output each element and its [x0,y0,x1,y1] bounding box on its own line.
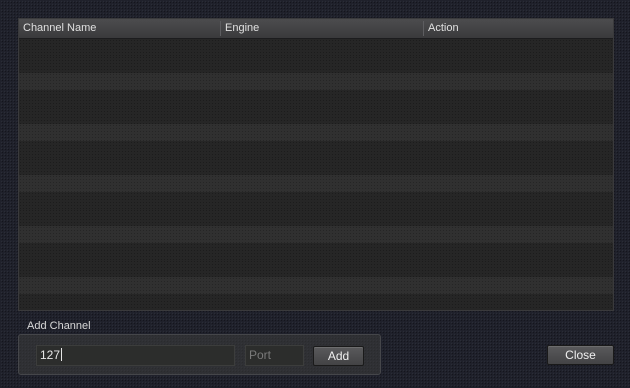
port-input-placeholder: Port [249,348,272,362]
table-row-empty [19,294,613,310]
add-button[interactable]: Add [313,346,364,366]
table-row-empty [19,73,613,90]
table-row-empty [19,39,613,56]
table-row-empty [19,141,613,158]
table-body[interactable] [19,39,613,310]
table-row-empty [19,175,613,192]
table-row-empty [19,107,613,124]
table-row-empty [19,56,613,73]
table-row-empty [19,124,613,141]
port-input[interactable]: Port [245,345,304,366]
table-row-empty [19,209,613,226]
close-button[interactable]: Close [547,345,614,365]
host-input-value: 127 [40,348,61,362]
column-header-action[interactable]: Action [424,19,613,38]
table-row-empty [19,226,613,243]
column-header-engine[interactable]: Engine [221,19,423,38]
table-row-empty [19,277,613,294]
table-header: Channel Name Engine Action [19,19,613,39]
table-row-empty [19,90,613,107]
host-input[interactable]: 127 [36,345,235,366]
add-channel-label: Add Channel [27,320,91,332]
table-row-empty [19,260,613,277]
table-row-empty [19,243,613,260]
text-caret [61,348,63,361]
table-row-empty [19,192,613,209]
channel-table[interactable]: Channel Name Engine Action [18,18,614,311]
table-row-empty [19,158,613,175]
column-header-channel-name[interactable]: Channel Name [19,19,220,38]
